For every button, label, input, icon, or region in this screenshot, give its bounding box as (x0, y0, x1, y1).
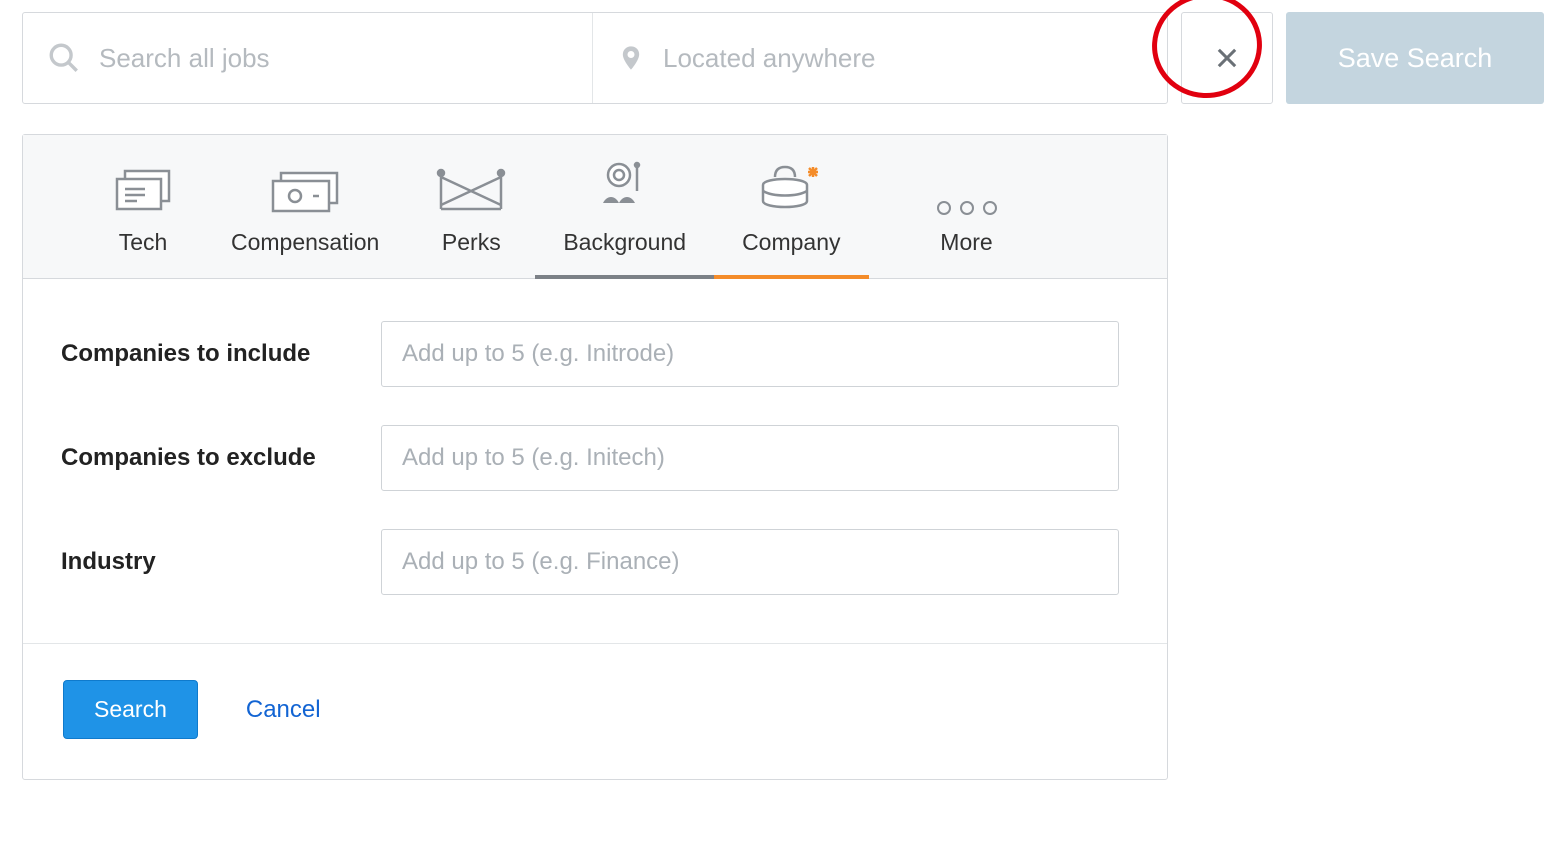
tab-label: More (940, 229, 992, 256)
close-icon (1213, 44, 1241, 72)
industry-label: Industry (61, 548, 381, 576)
tab-label: Company (742, 229, 840, 256)
tab-label: Tech (119, 229, 168, 256)
tab-tech[interactable]: Tech (83, 135, 203, 278)
companies-include-label: Companies to include (61, 340, 381, 368)
tech-icon (111, 159, 175, 215)
tab-label: Background (563, 229, 686, 256)
location-input[interactable] (663, 43, 1143, 74)
compensation-icon (265, 159, 345, 215)
location-field[interactable] (593, 13, 1167, 103)
tab-company[interactable]: Company (714, 135, 868, 278)
tab-label: Compensation (231, 229, 379, 256)
search-button[interactable]: Search (63, 680, 198, 739)
companies-exclude-row: Companies to exclude (61, 425, 1119, 491)
filter-panel: Tech Compensation (22, 134, 1168, 780)
filter-actions: Search Cancel (23, 644, 1167, 779)
cancel-link[interactable]: Cancel (246, 696, 321, 724)
companies-exclude-label: Companies to exclude (61, 444, 381, 472)
company-filters: Companies to include Companies to exclud… (23, 279, 1167, 644)
industry-input[interactable] (381, 529, 1119, 595)
search-inputs (22, 12, 1168, 104)
tab-perks[interactable]: Perks (407, 135, 535, 278)
companies-exclude-input[interactable] (381, 425, 1119, 491)
industry-row: Industry (61, 529, 1119, 595)
filter-tabs: Tech Compensation (23, 135, 1167, 279)
job-search-field[interactable] (23, 13, 593, 103)
companies-include-row: Companies to include (61, 321, 1119, 387)
tab-more[interactable]: More (909, 135, 1025, 278)
search-icon (47, 41, 81, 75)
location-pin-icon (617, 40, 645, 76)
company-icon (755, 159, 827, 215)
tab-compensation[interactable]: Compensation (203, 135, 407, 278)
background-icon (593, 159, 657, 215)
job-search-input[interactable] (99, 43, 568, 74)
tab-label: Perks (442, 229, 501, 256)
perks-icon (435, 159, 507, 215)
clear-search-button[interactable] (1181, 12, 1273, 104)
tab-background[interactable]: Background (535, 135, 714, 278)
search-bar: Save Search (22, 12, 1544, 104)
save-search-button[interactable]: Save Search (1286, 12, 1544, 104)
companies-include-input[interactable] (381, 321, 1119, 387)
more-icon (937, 159, 997, 215)
